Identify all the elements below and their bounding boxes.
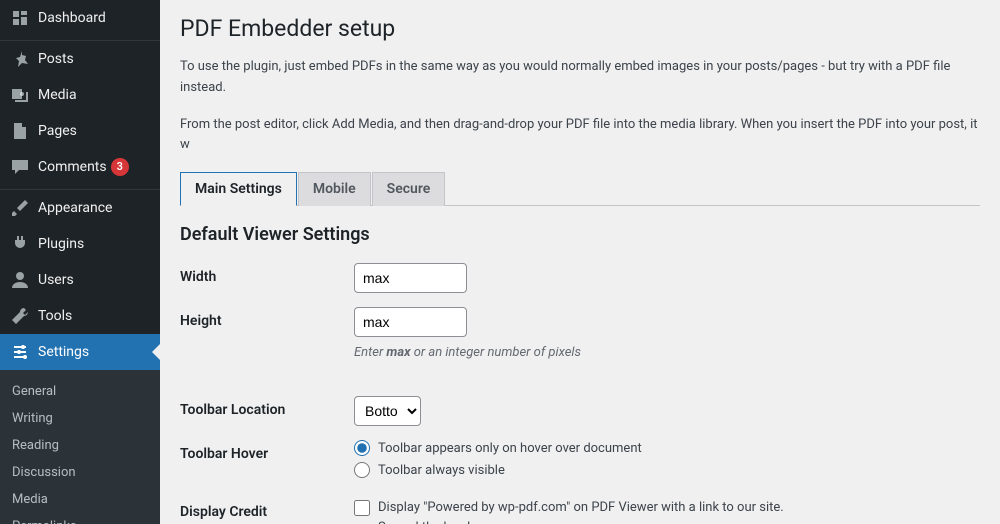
hover-option-1[interactable]: Toolbar appears only on hover over docum…: [354, 440, 980, 456]
page-title: PDF Embedder setup: [180, 15, 980, 42]
sidebar-item-appearance[interactable]: Appearance: [0, 190, 160, 226]
admin-sidebar: Dashboard Posts Media Pages Comments 3 A…: [0, 0, 160, 524]
sidebar-item-label: Comments: [38, 159, 107, 175]
sidebar-item-label: Dashboard: [38, 10, 106, 26]
main-content: PDF Embedder setup To use the plugin, ju…: [160, 0, 1000, 524]
settings-submenu: General Writing Reading Discussion Media…: [0, 370, 160, 524]
submenu-media[interactable]: Media: [0, 486, 160, 513]
credit-checkbox[interactable]: [354, 500, 370, 516]
settings-icon: [10, 342, 30, 362]
toolbar-location-select[interactable]: Bottom: [354, 396, 421, 426]
media-icon: [10, 85, 30, 105]
sidebar-item-label: Plugins: [38, 236, 84, 252]
brush-icon: [10, 198, 30, 218]
sidebar-item-plugins[interactable]: Plugins: [0, 226, 160, 262]
toolbar-location-label: Toolbar Location: [180, 396, 354, 418]
row-height: Height Enter max or an integer number of…: [180, 307, 980, 360]
plug-icon: [10, 234, 30, 254]
submenu-reading[interactable]: Reading: [0, 432, 160, 459]
pin-icon: [10, 49, 30, 69]
row-toolbar-location: Toolbar Location Bottom: [180, 396, 980, 426]
sidebar-item-label: Posts: [38, 51, 74, 67]
credit-text: Display "Powered by wp-pdf.com" on PDF V…: [378, 498, 798, 524]
sidebar-item-label: Users: [38, 272, 74, 288]
comments-badge: 3: [111, 158, 129, 175]
toolbar-hover-label: Toolbar Hover: [180, 440, 354, 462]
sidebar-item-label: Tools: [38, 308, 72, 324]
submenu-writing[interactable]: Writing: [0, 405, 160, 432]
sidebar-item-posts[interactable]: Posts: [0, 41, 160, 77]
user-icon: [10, 270, 30, 290]
sidebar-item-media[interactable]: Media: [0, 77, 160, 113]
intro-para-1: To use the plugin, just embed PDFs in th…: [180, 57, 980, 99]
submenu-discussion[interactable]: Discussion: [0, 459, 160, 486]
row-width: Width: [180, 263, 980, 293]
credit-checkbox-row[interactable]: Display "Powered by wp-pdf.com" on PDF V…: [354, 498, 980, 524]
row-display-credit: Display Credit Display "Powered by wp-pd…: [180, 498, 980, 524]
sidebar-item-tools[interactable]: Tools: [0, 298, 160, 334]
sidebar-item-users[interactable]: Users: [0, 262, 160, 298]
tabs-nav: Main Settings Mobile Secure: [180, 172, 980, 206]
section-heading: Default Viewer Settings: [180, 224, 980, 245]
hover-radio-2[interactable]: [354, 462, 370, 478]
width-input[interactable]: [354, 263, 467, 293]
page-icon: [10, 121, 30, 141]
submenu-general[interactable]: General: [0, 378, 160, 405]
sidebar-item-label: Settings: [38, 344, 89, 360]
tab-mobile[interactable]: Mobile: [298, 172, 371, 206]
sidebar-item-settings[interactable]: Settings: [0, 334, 160, 370]
dashboard-icon: [10, 8, 30, 28]
height-hint: Enter max or an integer number of pixels: [354, 345, 980, 360]
intro-para-2: From the post editor, click Add Media, a…: [180, 115, 980, 157]
sidebar-item-comments[interactable]: Comments 3: [0, 149, 160, 185]
hover-option-2[interactable]: Toolbar always visible: [354, 462, 980, 478]
tab-main-settings[interactable]: Main Settings: [180, 172, 297, 206]
hover-option-1-label: Toolbar appears only on hover over docum…: [378, 441, 642, 456]
wrench-icon: [10, 306, 30, 326]
intro-text: To use the plugin, just embed PDFs in th…: [180, 57, 980, 156]
hover-radio-1[interactable]: [354, 440, 370, 456]
row-toolbar-hover: Toolbar Hover Toolbar appears only on ho…: [180, 440, 980, 484]
width-label: Width: [180, 263, 354, 285]
comment-icon: [10, 157, 30, 177]
sidebar-item-label: Pages: [38, 123, 77, 139]
tab-secure[interactable]: Secure: [372, 172, 446, 206]
sidebar-item-label: Appearance: [38, 200, 112, 216]
display-credit-label: Display Credit: [180, 498, 354, 520]
sidebar-item-pages[interactable]: Pages: [0, 113, 160, 149]
sidebar-item-dashboard[interactable]: Dashboard: [0, 0, 160, 36]
sidebar-item-label: Media: [38, 87, 77, 103]
hover-option-2-label: Toolbar always visible: [378, 463, 505, 478]
height-input[interactable]: [354, 307, 467, 337]
height-label: Height: [180, 307, 354, 329]
submenu-permalinks[interactable]: Permalinks: [0, 513, 160, 524]
